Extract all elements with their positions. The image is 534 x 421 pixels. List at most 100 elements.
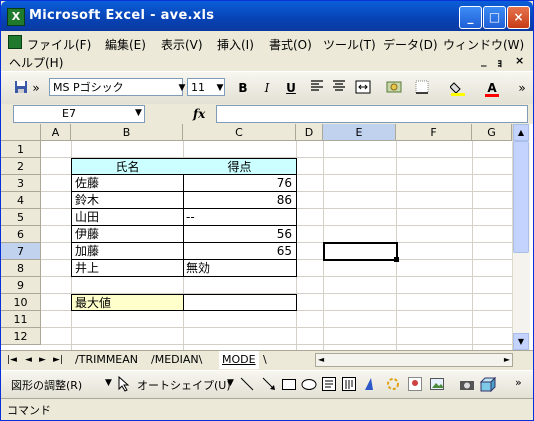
rectangle-icon[interactable] — [281, 376, 297, 395]
row-header-2[interactable]: 2 — [1, 158, 41, 175]
menu-window[interactable]: ウィンドウ(W) — [443, 36, 524, 53]
fill-handle[interactable] — [394, 257, 399, 262]
autoshape-dropdown-icon[interactable]: ▼ — [227, 378, 234, 388]
more-tools-icon[interactable]: » — [31, 80, 41, 96]
row-header-6[interactable]: 6 — [1, 226, 41, 243]
autoshape-menu[interactable]: オートシェイプ(U) — [137, 377, 231, 393]
row-header-11[interactable]: 11 — [1, 311, 41, 328]
active-cell-E7[interactable] — [323, 242, 398, 261]
row-header-8[interactable]: 8 — [1, 260, 41, 277]
borders-icon[interactable] — [413, 80, 431, 96]
cell-C7[interactable]: 65 — [183, 243, 297, 260]
fill-color-icon[interactable] — [449, 80, 467, 96]
column-header-A[interactable]: A — [41, 124, 71, 141]
first-sheet-icon[interactable]: |◄ — [7, 351, 17, 369]
oval-icon[interactable] — [301, 376, 317, 395]
row-header-1[interactable]: 1 — [1, 141, 41, 158]
clipart-icon[interactable] — [407, 376, 423, 395]
prev-sheet-icon[interactable]: ◄ — [25, 351, 32, 369]
doc-close-button[interactable]: × — [515, 54, 524, 67]
column-header-F[interactable]: F — [396, 124, 472, 141]
cell-B2-header-name[interactable]: 氏名 — [71, 158, 184, 175]
cell-B7[interactable]: 加藤 — [71, 243, 184, 260]
cell-C5[interactable]: -- — [183, 209, 297, 226]
camera-icon[interactable] — [459, 376, 475, 395]
title-bar[interactable]: X Microsoft Excel - ave.xls _ □ × — [1, 1, 533, 31]
row-header-7[interactable]: 7 — [1, 243, 41, 260]
more-draw-tools-icon[interactable]: » — [515, 376, 522, 389]
scroll-right-icon[interactable]: ► — [504, 354, 510, 366]
save-icon[interactable] — [13, 80, 29, 96]
menu-view[interactable]: 表示(V) — [161, 36, 203, 53]
arrow-icon[interactable] — [261, 376, 277, 395]
menu-help[interactable]: ヘルプ(H) — [9, 54, 63, 71]
scroll-thumb[interactable] — [513, 141, 529, 253]
menu-format[interactable]: 書式(O) — [269, 36, 312, 53]
worksheet-grid[interactable]: A B C D E F G 1 2 3 4 5 6 7 8 9 10 11 12 — [1, 124, 533, 350]
menu-file[interactable]: ファイル(F) — [27, 36, 91, 53]
sheet-tab-trimmean[interactable]: /TRIMMEAN — [75, 351, 138, 369]
column-header-E[interactable]: E — [323, 124, 396, 141]
select-all-corner[interactable] — [1, 124, 41, 141]
sheet-tab-median[interactable]: /MEDIAN\ — [151, 351, 202, 369]
last-sheet-icon[interactable]: ►| — [53, 351, 63, 369]
more-tools-right-icon[interactable]: » — [517, 80, 527, 96]
line-icon[interactable] — [239, 376, 255, 395]
menu-insert[interactable]: 挿入(I) — [217, 36, 254, 53]
cell-B5[interactable]: 山田 — [71, 209, 184, 226]
close-button[interactable]: × — [507, 6, 530, 29]
document-icon[interactable] — [8, 35, 22, 49]
excel-app-icon[interactable]: X — [7, 8, 25, 26]
row-header-5[interactable]: 5 — [1, 209, 41, 226]
column-header-G[interactable]: G — [472, 124, 512, 141]
bold-button[interactable]: B — [235, 80, 251, 96]
doc-restore-button[interactable]: ｮ — [497, 54, 503, 70]
font-size-dropdown-icon[interactable]: ▼ — [215, 80, 225, 96]
cell-C3[interactable]: 76 — [183, 175, 297, 192]
wordart-icon[interactable] — [363, 376, 379, 395]
underline-button[interactable]: U — [283, 80, 299, 96]
3d-shape-icon[interactable] — [479, 376, 497, 395]
name-box-dropdown-icon[interactable]: ▼ — [135, 108, 142, 118]
adjust-dropdown-icon[interactable]: ▼ — [105, 378, 112, 388]
insert-function-button[interactable]: fx — [193, 107, 205, 121]
diagram-icon[interactable] — [385, 376, 401, 395]
maximize-button[interactable]: □ — [483, 6, 506, 29]
font-name-dropdown-icon[interactable]: ▼ — [177, 80, 187, 96]
cell-C8[interactable]: 無効 — [183, 260, 297, 277]
scroll-down-icon[interactable]: ▼ — [513, 333, 529, 350]
currency-style-icon[interactable] — [385, 80, 403, 96]
scroll-left-icon[interactable]: ◄ — [318, 354, 324, 366]
column-header-B[interactable]: B — [71, 124, 183, 141]
cell-C10-max-value[interactable] — [183, 294, 297, 311]
scroll-up-icon[interactable]: ▲ — [513, 124, 529, 141]
formula-input[interactable] — [216, 105, 528, 123]
name-box[interactable]: E7 — [13, 105, 145, 123]
cell-B6[interactable]: 伊藤 — [71, 226, 184, 243]
merge-center-icon[interactable] — [355, 80, 371, 96]
horizontal-scrollbar[interactable]: ◄ ► — [315, 353, 513, 367]
column-header-C[interactable]: C — [183, 124, 296, 141]
doc-minimize-button[interactable]: _ — [481, 54, 487, 67]
vertical-scrollbar[interactable]: ▲ ▼ — [512, 124, 530, 350]
vertical-textbox-icon[interactable] — [341, 376, 357, 395]
font-color-icon[interactable]: A — [483, 80, 501, 97]
menu-edit[interactable]: 編集(E) — [105, 36, 146, 53]
cell-C6[interactable]: 56 — [183, 226, 297, 243]
row-header-12[interactable]: 12 — [1, 328, 41, 345]
cell-B10-max-label[interactable]: 最大値 — [71, 294, 184, 311]
cell-B4[interactable]: 鈴木 — [71, 192, 184, 209]
sheet-tab-mode[interactable]: MODE — [219, 351, 259, 369]
next-sheet-icon[interactable]: ► — [39, 351, 46, 369]
align-left-icon[interactable] — [309, 80, 325, 96]
picture-icon[interactable] — [429, 376, 445, 395]
textbox-icon[interactable] — [321, 376, 337, 395]
row-header-10[interactable]: 10 — [1, 294, 41, 311]
row-header-9[interactable]: 9 — [1, 277, 41, 294]
align-center-icon[interactable] — [331, 80, 347, 96]
row-header-3[interactable]: 3 — [1, 175, 41, 192]
font-name-select[interactable]: MS Pゴシック — [49, 78, 183, 96]
row-header-4[interactable]: 4 — [1, 192, 41, 209]
cell-C4[interactable]: 86 — [183, 192, 297, 209]
column-header-D[interactable]: D — [296, 124, 323, 141]
